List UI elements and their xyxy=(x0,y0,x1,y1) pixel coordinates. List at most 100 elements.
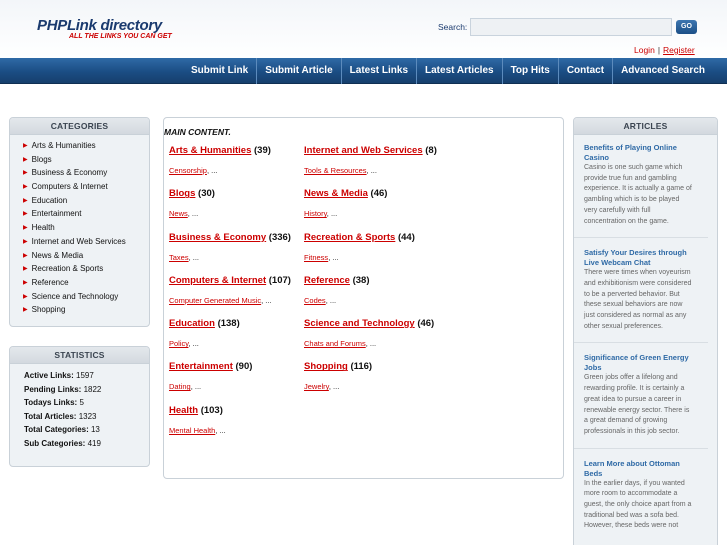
subcategory-link[interactable]: Dating xyxy=(169,382,191,391)
arrow-right-icon: ▶ xyxy=(23,170,28,177)
subcategory-link[interactable]: Jewelry xyxy=(304,382,329,391)
category-link[interactable]: News & Media xyxy=(304,188,368,199)
sidebar-category-item[interactable]: ▶ Recreation & Sports xyxy=(23,264,149,278)
article-item: Benefits of Playing Online Casino Casino … xyxy=(584,143,698,227)
category-link[interactable]: Health xyxy=(169,405,198,416)
category-link[interactable]: Arts & Humanities xyxy=(169,145,251,156)
article-excerpt: There were times when voyeurism and exhi… xyxy=(584,268,698,332)
subcategory-line: Dating, ... xyxy=(169,382,309,391)
sidebar-category-item[interactable]: ▶ Science and Technology xyxy=(23,292,149,306)
stat-row: Sub Categories: 419 xyxy=(24,439,149,453)
sidebar-category-item[interactable]: ▶ Blogs xyxy=(23,155,149,169)
subcategory-more: , ... xyxy=(215,425,226,435)
sidebar-category-item[interactable]: ▶ Shopping xyxy=(23,305,149,319)
article-title-link[interactable]: Significance of Green Energy Jobs xyxy=(584,353,698,373)
category-link[interactable]: Science and Technology xyxy=(304,318,415,329)
article-excerpt-line: Green jobs offer a lifelong and xyxy=(584,374,678,382)
subcategory-more: , ... xyxy=(261,295,272,305)
subcategory-link[interactable]: Taxes xyxy=(169,253,189,262)
subcategory-line: Codes, ... xyxy=(304,296,444,305)
category-link[interactable]: Entertainment xyxy=(169,361,233,372)
main-content-title-text: MAIN CONTENT xyxy=(164,127,229,137)
main-navbar: Submit Link Submit Article Latest Links … xyxy=(0,58,727,84)
sidebar-category-label: Shopping xyxy=(31,305,66,315)
stat-row: Todays Links: 5 xyxy=(24,398,149,412)
register-link[interactable]: Register xyxy=(663,45,695,55)
subcategory-link[interactable]: Censorship xyxy=(169,166,207,175)
subcategory-link[interactable]: History xyxy=(304,209,327,218)
search-label: Search: xyxy=(438,22,468,32)
article-excerpt-line: great idea to pursue a career in xyxy=(584,395,682,403)
nav-submit-link[interactable]: Submit Link xyxy=(183,58,256,84)
category-link[interactable]: Recreation & Sports xyxy=(304,232,395,243)
category-link[interactable]: Education xyxy=(169,318,215,329)
stat-label: Total Categories: xyxy=(24,425,89,434)
sidebar-category-item[interactable]: ▶ Reference xyxy=(23,278,149,292)
sidebar-category-label: Arts & Humanities xyxy=(31,141,96,150)
stat-value: 5 xyxy=(79,398,84,407)
article-excerpt-line: guest, the only choice apart from a xyxy=(584,501,692,509)
article-excerpt-line: to be a perverted behavior. But xyxy=(584,290,680,298)
sidebar-category-item[interactable]: ▶ Internet and Web Services xyxy=(23,237,149,251)
category-heading: Education (138) xyxy=(169,318,309,329)
article-divider xyxy=(574,342,708,344)
category-block: Recreation & Sports (44) Fitness, ... xyxy=(304,232,444,275)
stat-row: Active Links: 1597 xyxy=(24,371,149,385)
arrow-right-icon: ▶ xyxy=(23,252,28,259)
stat-value: 1597 xyxy=(76,371,94,380)
category-link[interactable]: Internet and Web Services xyxy=(304,145,423,156)
article-title-link[interactable]: Learn More about Ottoman Beds xyxy=(584,459,698,479)
sidebar-category-item[interactable]: ▶ Business & Economy xyxy=(23,168,149,182)
subcategory-more: , ... xyxy=(326,209,338,219)
search-input[interactable] xyxy=(470,18,672,36)
site-logo[interactable]: PHPLink directory ALL THE LINKS YOU CAN … xyxy=(37,17,172,40)
sidebar-category-item[interactable]: ▶ Computers & Internet xyxy=(23,182,149,196)
subcategory-line: Tools & Resources, ... xyxy=(304,166,444,175)
subcategory-link[interactable]: Mental Health xyxy=(169,426,215,435)
sidebar-category-item[interactable]: ▶ Education xyxy=(23,196,149,210)
article-excerpt-line: There were times when voyeurism xyxy=(584,269,691,277)
article-excerpt-line: professionals in this job sector. xyxy=(584,427,680,435)
stat-row: Total Articles: 1323 xyxy=(24,412,149,426)
subcategory-link[interactable]: News xyxy=(169,209,188,218)
sidebar-category-label: News & Media xyxy=(31,250,84,260)
article-title-link[interactable]: Satisfy Your Desires through Live Webcam … xyxy=(584,248,698,268)
subcategory-link[interactable]: Codes xyxy=(304,296,326,305)
subcategory-link[interactable]: Fitness xyxy=(304,253,328,262)
main-content-title: MAIN CONTENT. xyxy=(164,127,231,137)
category-heading: News & Media (46) xyxy=(304,188,444,199)
category-link[interactable]: Reference xyxy=(304,275,350,286)
category-heading: Reference (38) xyxy=(304,275,444,286)
nav-top-hits[interactable]: Top Hits xyxy=(501,58,558,84)
nav-submit-article[interactable]: Submit Article xyxy=(256,58,340,84)
category-link[interactable]: Computers & Internet xyxy=(169,275,266,286)
subcategory-link[interactable]: Computer Generated Music xyxy=(169,296,261,305)
arrow-right-icon: ▶ xyxy=(23,279,28,286)
article-title-link[interactable]: Benefits of Playing Online Casino xyxy=(584,143,698,163)
sidebar-category-item[interactable]: ▶ News & Media xyxy=(23,251,149,265)
nav-latest-links[interactable]: Latest Links xyxy=(340,58,416,84)
category-heading: Internet and Web Services (8) xyxy=(304,145,444,156)
sidebar-category-item[interactable]: ▶ Health xyxy=(23,223,149,237)
nav-latest-articles[interactable]: Latest Articles xyxy=(416,58,502,84)
article-excerpt: In the earlier days, if you wanted more … xyxy=(584,479,698,533)
subcategory-link[interactable]: Policy xyxy=(169,339,188,348)
category-block: Blogs (30) News, ... xyxy=(169,188,309,231)
category-link[interactable]: Shopping xyxy=(304,361,348,372)
sidebar-category-item[interactable]: ▶ Arts & Humanities xyxy=(23,141,149,155)
article-excerpt-line: traditional bed was a sofa bed. xyxy=(584,511,679,519)
sidebar-category-label: Business & Economy xyxy=(31,168,108,178)
nav-contact[interactable]: Contact xyxy=(557,58,612,84)
category-link[interactable]: Blogs xyxy=(169,188,195,199)
category-link[interactable]: Business & Economy xyxy=(169,232,266,243)
sidebar-category-item[interactable]: ▶ Entertainment xyxy=(23,209,149,223)
arrow-right-icon: ▶ xyxy=(23,266,28,273)
subcategory-line: Fitness, ... xyxy=(304,253,444,262)
subcategory-link[interactable]: Chats and Forums xyxy=(304,339,366,348)
subcategory-more: , ... xyxy=(328,382,340,392)
login-link[interactable]: Login xyxy=(634,45,655,55)
article-title-line: Significance of Green Energy xyxy=(584,353,689,363)
search-go-button[interactable]: GO xyxy=(676,20,697,34)
nav-advanced-search[interactable]: Advanced Search xyxy=(612,58,713,84)
subcategory-link[interactable]: Tools & Resources xyxy=(304,166,367,175)
